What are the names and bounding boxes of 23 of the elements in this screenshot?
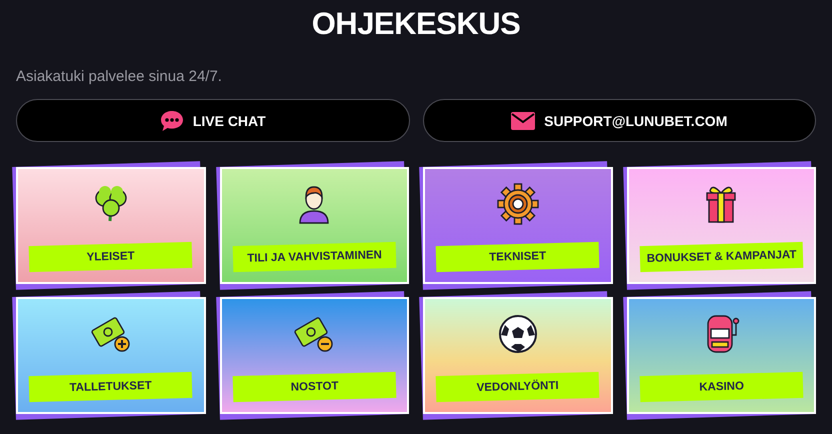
category-label: NOSTOT — [232, 372, 396, 402]
category-card[interactable]: BONUKSET & KAMPANJAT — [626, 167, 816, 284]
category-label: TALLETUKSET — [28, 372, 193, 402]
live-chat-button[interactable]: LIVE CHAT — [16, 99, 410, 142]
subtitle: Asiakatuki palvelee sinua 24/7. — [16, 68, 222, 86]
category-card[interactable]: TILI JA VAHVISTAMINEN — [220, 167, 409, 284]
category-label: TILI JA VAHVISTAMINEN — [232, 242, 396, 272]
category-label: BONUKSET & KAMPANJAT — [639, 242, 804, 272]
category-label: YLEISET — [28, 242, 193, 272]
mail-icon — [511, 112, 536, 130]
category-card[interactable]: TEKNISET — [423, 167, 612, 284]
category-label: TEKNISET — [436, 242, 600, 272]
chat-icon — [160, 110, 184, 132]
gear-icon — [494, 181, 541, 227]
category-card[interactable]: KASINO — [626, 297, 816, 414]
category-card[interactable]: YLEISET — [16, 167, 206, 284]
category-card[interactable]: TALLETUKSET — [16, 297, 206, 414]
category-card[interactable]: VEDONLYÖNTI — [423, 297, 612, 414]
category-label: VEDONLYÖNTI — [436, 372, 600, 402]
category-label: KASINO — [639, 372, 804, 402]
category-card[interactable]: NOSTOT — [220, 297, 409, 414]
email-button[interactable]: SUPPORT@LUNUBET.COM — [422, 99, 816, 142]
page-title: OHJEKESKUS — [312, 6, 520, 42]
